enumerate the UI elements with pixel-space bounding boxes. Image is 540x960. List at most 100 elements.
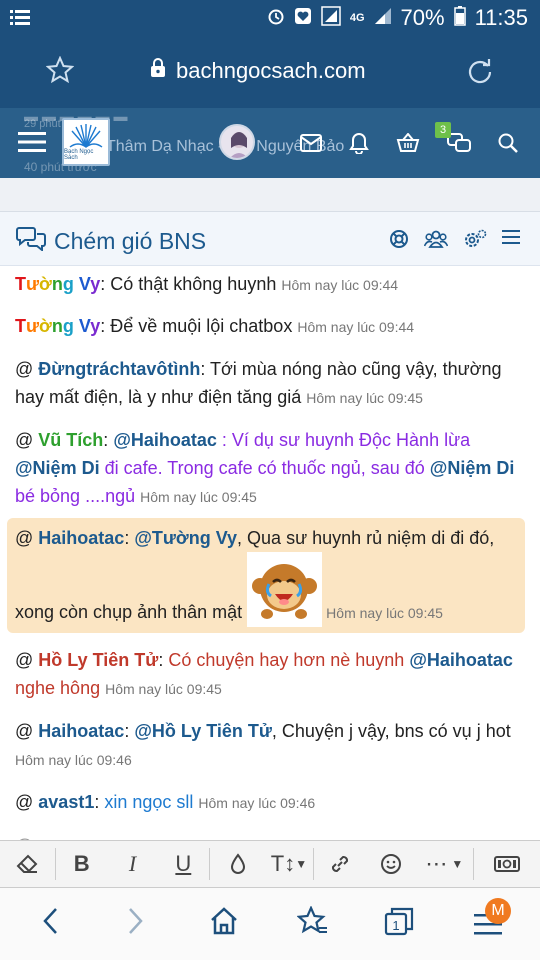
battery-icon — [453, 5, 466, 31]
tabs-count: 1 — [392, 918, 399, 933]
notification-icon — [10, 9, 30, 32]
clock: 11:35 — [474, 5, 528, 30]
message-username[interactable]: Đừngtráchtavôtình — [38, 359, 200, 379]
reply-at[interactable]: @ — [15, 721, 38, 741]
address-field[interactable]: bachngocsach.com — [150, 58, 366, 84]
reload-icon[interactable] — [466, 58, 494, 91]
message-username[interactable]: Tường Vy — [15, 274, 100, 294]
message-time[interactable]: Hôm nay lúc 09:44 — [281, 277, 398, 293]
message-time[interactable]: Hôm nay lúc 09:46 — [198, 795, 315, 811]
alarm-icon — [267, 7, 285, 30]
editor-toolbar: B I U T↕ ▼ ⋯ ▼ — [0, 840, 540, 888]
alerts-bell-icon[interactable] — [349, 132, 369, 159]
message-text: xin ngọc sll — [104, 792, 199, 812]
rainbow-letter: T — [15, 274, 26, 294]
chat-message-highlighted: @ Haihoatac: @Tường Vy, Qua sư huynh rủ … — [7, 518, 525, 633]
mention-link[interactable]: @Hồ Ly Tiên Tử — [134, 721, 272, 741]
users-icon[interactable] — [423, 229, 449, 254]
rainbow-letter: g — [62, 274, 74, 294]
conversation-count-badge: 3 — [435, 122, 451, 138]
status-bar: 4G 70% 11:35 — [0, 0, 540, 38]
chat-message: @ Đừngtráchtavôtình: Tới mùa nóng nào cũ… — [15, 355, 525, 412]
page-separator — [0, 178, 540, 212]
user-avatar[interactable] — [219, 124, 255, 160]
reply-at[interactable]: @ — [15, 430, 38, 450]
message-time[interactable]: Hôm nay lúc 09:45 — [306, 390, 423, 406]
chat-message: @ Hồ Ly Tiên Tử: Có chuyện hay hơn nè hu… — [15, 646, 525, 703]
chat-menu-icon[interactable] — [502, 229, 520, 254]
bookmark-star-icon[interactable] — [45, 55, 75, 89]
rainbow-letter: n — [51, 316, 63, 336]
cell-signal-icon — [374, 7, 392, 30]
chatbox-title: Chém gió BNS — [54, 227, 207, 254]
rainbow-letter: y — [90, 316, 101, 336]
profile-badge[interactable]: M — [485, 898, 511, 924]
smiley-icon[interactable] — [366, 841, 416, 887]
italic-button[interactable]: I — [108, 841, 158, 887]
rainbow-letter: ư — [26, 274, 40, 294]
mention-link[interactable]: @Haihoatac — [409, 650, 513, 670]
bold-button[interactable]: B — [56, 841, 108, 887]
rainbow-letter: n — [51, 274, 63, 294]
message-text: nghe hông — [15, 678, 106, 698]
rainbow-letter: V — [78, 274, 91, 294]
reply-at[interactable]: @ — [15, 650, 38, 670]
message-username[interactable]: avast1 — [38, 792, 94, 812]
caret-down-icon: ▼ — [295, 857, 308, 871]
browser-url-bar: bachngocsach.com — [0, 38, 540, 108]
mention-link[interactable]: @Tường Vy — [134, 528, 237, 548]
link-icon[interactable] — [314, 841, 366, 887]
message-username[interactable]: Haihoatac — [38, 528, 124, 548]
reply-at[interactable]: @ — [15, 528, 38, 548]
reply-at[interactable]: @ — [15, 359, 38, 379]
inbox-icon[interactable] — [300, 134, 322, 157]
message-colon: : — [94, 792, 105, 812]
message-username[interactable]: Haihoatac — [38, 721, 124, 741]
help-lifebuoy-icon[interactable] — [389, 229, 409, 254]
text-color-drop-icon[interactable] — [210, 841, 265, 887]
bookmarks-star-icon[interactable] — [296, 905, 329, 941]
message-time[interactable]: Hôm nay lúc 09:45 — [326, 605, 443, 621]
mention-link[interactable]: @Niệm Di — [15, 458, 100, 478]
message-time[interactable]: Hôm nay lúc 09:45 — [105, 681, 222, 697]
eraser-icon[interactable] — [0, 841, 55, 887]
more-options-button[interactable]: ⋯ ▼ — [415, 841, 473, 887]
underline-button[interactable]: U — [157, 841, 209, 887]
message-time[interactable]: Hôm nay lúc 09:46 — [15, 752, 132, 768]
chatbox-header: Chém gió BNS — [0, 212, 540, 266]
search-icon[interactable] — [498, 133, 518, 158]
url-text: bachngocsach.com — [176, 58, 366, 83]
message-colon: : — [124, 721, 135, 741]
message-time[interactable]: Hôm nay lúc 09:44 — [297, 319, 414, 335]
lock-icon — [150, 58, 166, 84]
chat-message: Tường Vy: Để về muội lội chatbox Hôm nay… — [15, 312, 525, 341]
message-username[interactable]: Vũ Tích — [38, 430, 103, 450]
back-icon[interactable] — [40, 906, 62, 941]
rainbow-letter: V — [78, 316, 91, 336]
chat-bubbles-icon — [16, 225, 46, 257]
basket-icon[interactable] — [396, 132, 420, 158]
rainbow-letter: g — [62, 316, 74, 336]
message-colon: : — [103, 430, 114, 450]
rainbow-letter: ờ — [39, 316, 52, 336]
caret-down-icon: ▼ — [451, 857, 464, 871]
more-label: ⋯ — [425, 851, 448, 876]
forward-icon[interactable] — [124, 906, 146, 941]
mention-link[interactable]: @Haihoatac — [113, 430, 217, 450]
reply-at[interactable]: @ — [15, 792, 38, 812]
message-username[interactable]: Tường Vy — [15, 316, 100, 336]
mention-link[interactable]: @Niệm Di — [430, 458, 515, 478]
message-time[interactable]: Hôm nay lúc 09:45 — [140, 489, 257, 505]
settings-gears-icon[interactable] — [463, 229, 487, 254]
tabs-icon[interactable]: 1 — [384, 906, 414, 941]
logo-text: Bạch Ngọc Sách — [64, 149, 94, 161]
site-logo[interactable]: Bạch Ngọc Sách — [62, 118, 110, 166]
toggle-bbcode-icon[interactable] — [474, 841, 540, 887]
forum-menu-icon[interactable] — [18, 130, 46, 159]
text-size-button[interactable]: T↕ ▼ — [265, 841, 313, 887]
signal-icon — [321, 5, 341, 31]
health-icon — [294, 7, 312, 30]
forum-navbar: ▬ ▬ ▬ ▬ ▬ ▬ 29 phút 40 phút trước Thâm D… — [0, 108, 540, 178]
message-username[interactable]: Hồ Ly Tiên Tử — [38, 650, 158, 670]
home-icon[interactable] — [209, 906, 239, 941]
